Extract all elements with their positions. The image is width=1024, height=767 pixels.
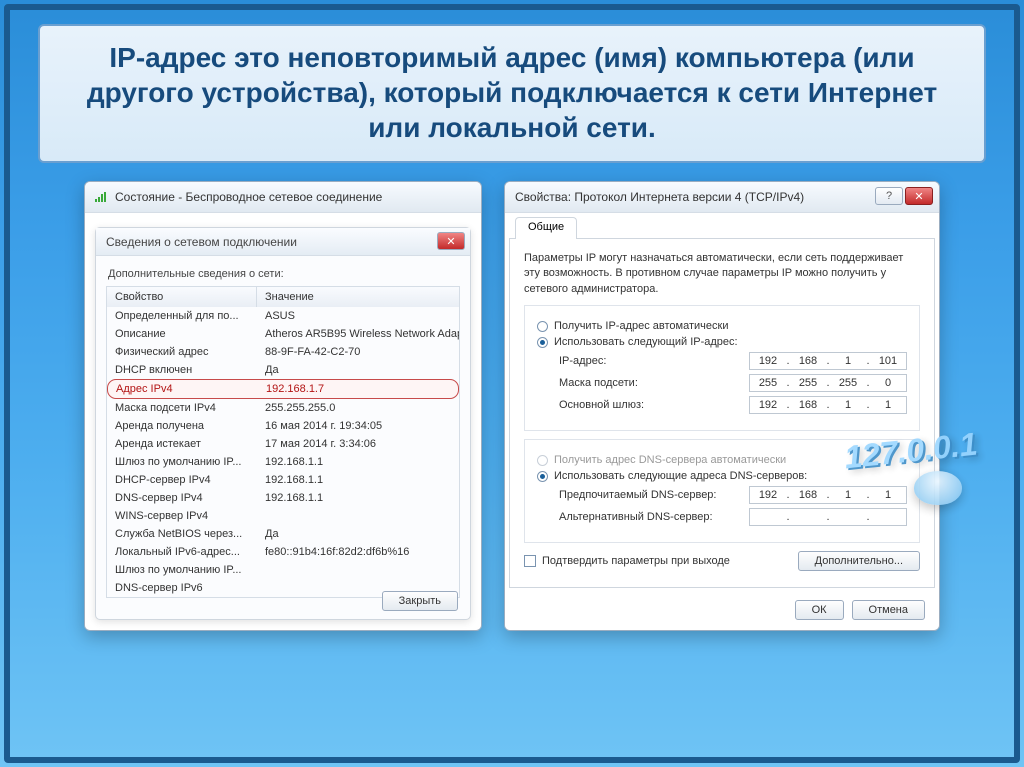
table-row: Аренда получена16 мая 2014 г. 19:34:05 (107, 417, 459, 435)
table-row: Служба NetBIOS через...Да (107, 525, 459, 543)
gateway-input[interactable]: 192.168.1.1 (749, 396, 907, 414)
table-row: DHCP включенДа (107, 361, 459, 379)
tab-general[interactable]: Общие (515, 217, 577, 239)
table-row: DNS-сервер IPv4192.168.1.1 (107, 489, 459, 507)
status-window-titlebar: Состояние - Беспроводное сетевое соедине… (85, 182, 481, 212)
details-dialog-titlebar: Сведения о сетевом подключении ✕ (96, 228, 470, 256)
slide-title-box: IP-адрес это неповторимый адрес (имя) ко… (38, 24, 986, 163)
radio-auto-ip[interactable]: Получить IP-адрес автоматически (537, 320, 907, 332)
slide-title: IP-адрес это неповторимый адрес (имя) ко… (62, 40, 962, 145)
radio-manual-dns[interactable]: Использовать следующие адреса DNS-сервер… (537, 470, 907, 482)
label-gateway: Основной шлюз: (559, 399, 644, 411)
table-row: WINS-сервер IPv4 (107, 507, 459, 525)
label-ip: IP-адрес: (559, 355, 606, 367)
details-dialog-title: Сведения о сетевом подключении (106, 235, 297, 249)
status-window: Состояние - Беспроводное сетевое соедине… (84, 181, 482, 631)
label-mask: Маска подсети: (559, 377, 638, 389)
table-row: Адрес IPv4192.168.1.7 (107, 379, 459, 399)
cancel-button[interactable]: Отмена (852, 600, 925, 620)
signal-icon (95, 192, 109, 202)
table-row: Шлюз по умолчанию IP...192.168.1.1 (107, 453, 459, 471)
ipv4-window-title: Свойства: Протокол Интернета версии 4 (T… (515, 190, 804, 204)
status-window-title: Состояние - Беспроводное сетевое соедине… (115, 190, 382, 204)
radio-icon (537, 455, 548, 466)
ipv4-note: Параметры IP могут назначаться автоматич… (524, 251, 920, 297)
col-property[interactable]: Свойство (107, 287, 257, 307)
table-row: Маска подсети IPv4255.255.255.0 (107, 399, 459, 417)
table-row: ОписаниеAtheros AR5B95 Wireless Network … (107, 325, 459, 343)
details-dialog: Сведения о сетевом подключении ✕ Дополни… (95, 227, 471, 620)
label-dns2: Альтернативный DNS-сервер: (559, 511, 713, 523)
advanced-button[interactable]: Дополнительно... (798, 551, 920, 571)
help-icon[interactable]: ? (875, 187, 903, 205)
ipv4-window-titlebar: Свойства: Протокол Интернета версии 4 (T… (505, 182, 939, 212)
table-row: Аренда истекает17 мая 2014 г. 3:34:06 (107, 435, 459, 453)
ok-button[interactable]: ОК (795, 600, 844, 620)
close-icon[interactable]: ✕ (905, 187, 933, 205)
table-row: Физический адрес88-9F-FA-42-C2-70 (107, 343, 459, 361)
subnet-mask-input[interactable]: 255.255.255.0 (749, 374, 907, 392)
table-row: Определенный для по...ASUS (107, 307, 459, 325)
radio-icon (537, 337, 548, 348)
validate-label: Подтвердить параметры при выходе (542, 555, 730, 567)
details-heading: Дополнительные сведения о сети: (108, 268, 460, 280)
radio-icon (537, 471, 548, 482)
col-value[interactable]: Значение (257, 287, 459, 307)
preferred-dns-input[interactable]: 192.168.1.1 (749, 486, 907, 504)
validate-checkbox[interactable] (524, 555, 536, 567)
alternate-dns-input[interactable]: ... (749, 508, 907, 526)
radio-icon (537, 321, 548, 332)
close-icon[interactable]: ✕ (437, 232, 465, 250)
ip-address-input[interactable]: 192.168.1.101 (749, 352, 907, 370)
ipv4-properties-window: Свойства: Протокол Интернета версии 4 (T… (504, 181, 940, 631)
table-row: Шлюз по умолчанию IP... (107, 561, 459, 579)
table-row: Локальный IPv6-адрес...fe80::91b4:16f:82… (107, 543, 459, 561)
close-button[interactable]: Закрыть (382, 591, 458, 611)
label-dns1: Предпочитаемый DNS-сервер: (559, 489, 716, 501)
radio-auto-dns: Получить адрес DNS-сервера автоматически (537, 454, 907, 466)
details-table: Свойство Значение Определенный для по...… (106, 286, 460, 598)
radio-manual-ip[interactable]: Использовать следующий IP-адрес: (537, 336, 907, 348)
table-row: DHCP-сервер IPv4192.168.1.1 (107, 471, 459, 489)
